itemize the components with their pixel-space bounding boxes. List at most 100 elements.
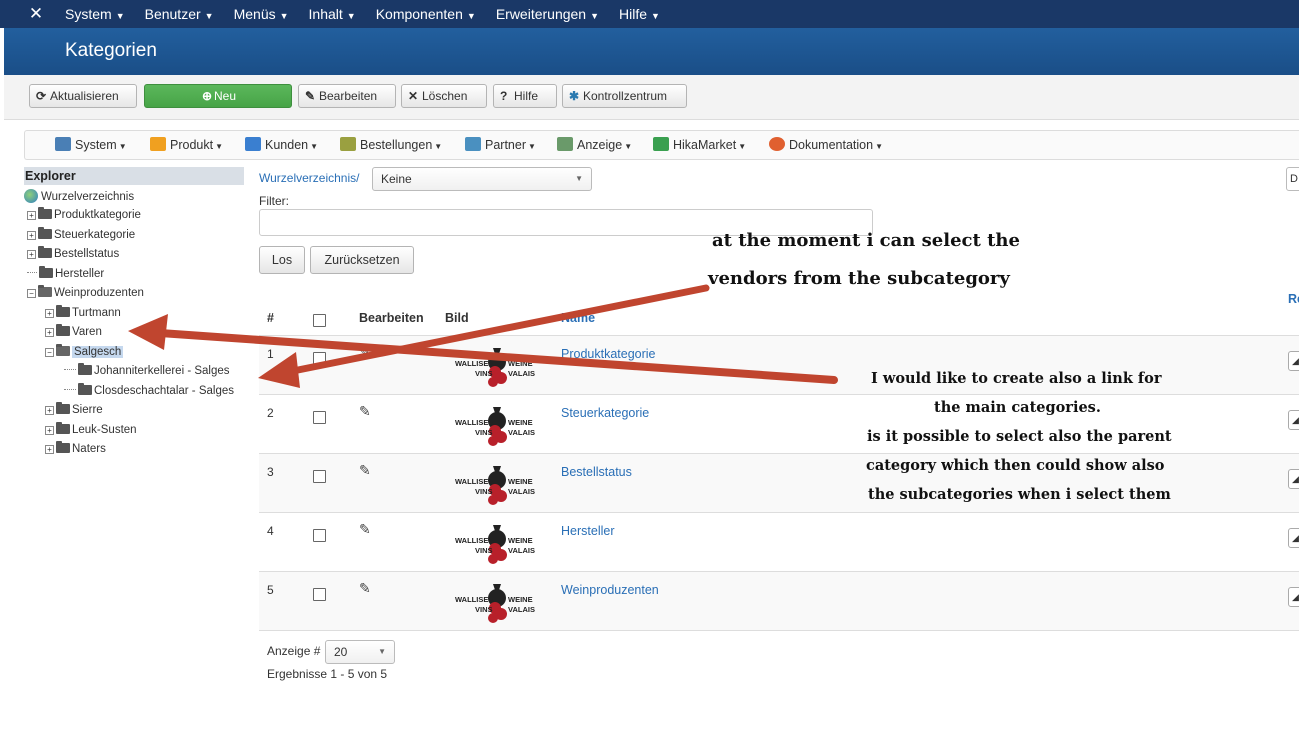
tree-node[interactable]: + Naters [45, 441, 106, 457]
row-checkbox[interactable] [313, 470, 326, 483]
hika-menu-dokumentation[interactable]: Dokumentation ▼ [769, 137, 883, 152]
tree-root[interactable]: Wurzelverzeichnis [24, 189, 134, 205]
category-name-link[interactable]: Weinproduzenten [561, 583, 659, 597]
collapse-icon[interactable]: − [45, 348, 54, 357]
right-edge-button[interactable]: D [1286, 167, 1299, 191]
hikashop-menu: System ▼ Produkt ▼ Kunden ▼ Bestellungen ▼ P… [24, 130, 1299, 160]
folder-icon [56, 402, 70, 414]
refresh-label: Aktualisieren [50, 89, 119, 103]
category-name-link[interactable]: Steuerkategorie [561, 406, 649, 420]
caret-down-icon: ▼ [204, 11, 214, 21]
hika-menu-bestellungen[interactable]: Bestellungen ▼ [340, 137, 442, 152]
row-number: 2 [267, 406, 274, 420]
pencil-icon[interactable]: ✎ [359, 403, 371, 420]
row-checkbox[interactable] [313, 588, 326, 601]
walliser-weine-logo: WALLISERVINS WEINEVALAIS [455, 407, 535, 446]
row-action-button[interactable]: ◢ [1288, 469, 1299, 489]
customers-icon [245, 137, 261, 151]
reset-button[interactable]: Zurücksetzen [310, 246, 414, 274]
menu-hilfe[interactable]: Hilfe ▼ [619, 0, 660, 28]
category-name-link[interactable]: Bestellstatus [561, 465, 632, 479]
go-button[interactable]: Los [259, 246, 305, 274]
expand-icon[interactable]: + [45, 426, 54, 435]
hika-menu-system[interactable]: System ▼ [55, 137, 127, 152]
tree-label: Sierre [72, 404, 103, 416]
expand-icon[interactable]: + [27, 231, 36, 240]
annotation-b-line3: is it possible to select also the parent [867, 428, 1172, 445]
expand-icon[interactable]: + [27, 211, 36, 220]
tree-node[interactable]: + Leuk-Susten [45, 422, 137, 438]
caret-down-icon: ▼ [466, 11, 476, 21]
joomla-logo-icon[interactable]: ✕ [26, 4, 46, 24]
tree-node[interactable]: Johanniterkellerei - Salges [64, 363, 244, 379]
refresh-button[interactable]: ⟳ Aktualisieren [29, 84, 137, 108]
expand-icon[interactable]: + [45, 328, 54, 337]
pencil-icon[interactable]: ✎ [359, 521, 371, 538]
parent-category-select[interactable]: Keine ▼ [372, 167, 592, 191]
tree-node[interactable]: + Varen [45, 324, 102, 340]
collapse-icon[interactable]: − [27, 289, 36, 298]
expand-icon[interactable]: + [27, 250, 36, 259]
tree-node[interactable]: + Sierre [45, 402, 103, 418]
row-action-button[interactable]: ◢ [1288, 410, 1299, 430]
annotation-b-line5: the subcategories when i select them [868, 486, 1171, 503]
menu-komponenten[interactable]: Komponenten ▼ [376, 0, 476, 28]
tree-node[interactable]: + Produktkategorie [27, 207, 141, 223]
pencil-icon[interactable]: ✎ [359, 462, 371, 479]
expand-icon[interactable]: + [45, 406, 54, 415]
tree-node[interactable]: − Weinproduzenten [27, 285, 144, 301]
pager-label: Anzeige # [267, 644, 321, 658]
menu-menues[interactable]: Menüs ▼ [234, 0, 289, 28]
tree-label: Johanniterkellerei - Salges [94, 365, 230, 377]
folder-icon [56, 422, 70, 434]
hika-menu-partner[interactable]: Partner ▼ [465, 137, 536, 152]
row-checkbox[interactable] [313, 529, 326, 542]
category-name-link[interactable]: Produktkategorie [561, 347, 656, 361]
caret-down-icon: ▼ [528, 142, 536, 151]
tree-node[interactable]: + Turtmann [45, 305, 121, 321]
logo-text: WALLISER [455, 595, 494, 604]
tree-node[interactable]: Hersteller [27, 266, 104, 282]
display-icon [557, 137, 573, 151]
tree-node[interactable]: Closdeschachtalar - Salges [64, 383, 244, 399]
logo-text: WEINE [508, 536, 533, 545]
select-all-checkbox[interactable] [313, 314, 326, 327]
table-header: # Bearbeiten Bild Name Re [259, 292, 1299, 336]
new-button[interactable]: ⊕ Neu [144, 84, 292, 108]
pencil-icon[interactable]: ✎ [359, 580, 371, 597]
row-checkbox[interactable] [313, 352, 326, 365]
expand-icon[interactable]: + [45, 445, 54, 454]
hika-menu-anzeige[interactable]: Anzeige ▼ [557, 137, 632, 152]
menu-system[interactable]: System ▼ [65, 0, 125, 28]
tree-node-selected[interactable]: − Salgesch [45, 344, 124, 360]
row-checkbox[interactable] [313, 411, 326, 424]
hika-menu-kunden[interactable]: Kunden ▼ [245, 137, 318, 152]
expand-icon[interactable]: + [45, 309, 54, 318]
page-size-select[interactable]: 20 ▼ [325, 640, 395, 664]
menu-erweiterungen-label: Erweiterungen [495, 6, 587, 22]
hika-menu-hikamarket[interactable]: HikaMarket ▼ [653, 137, 746, 152]
category-name-link[interactable]: Hersteller [561, 524, 615, 538]
col-right-sort[interactable]: Re [1288, 292, 1299, 306]
row-action-button[interactable]: ◢ [1288, 351, 1299, 371]
pencil-icon[interactable]: ✎ [359, 344, 371, 361]
delete-button[interactable]: ✕ Löschen [401, 84, 487, 108]
tree-label: Turtmann [72, 307, 121, 319]
folder-icon [78, 383, 92, 395]
col-image: Bild [445, 311, 469, 325]
row-action-button[interactable]: ◢ [1288, 528, 1299, 548]
control-center-button[interactable]: ✱ Kontrollzentrum [562, 84, 687, 108]
help-button[interactable]: ? Hilfe [493, 84, 557, 108]
menu-system-label: System [65, 6, 112, 22]
row-action-button[interactable]: ◢ [1288, 587, 1299, 607]
edit-button[interactable]: ✎ Bearbeiten [298, 84, 396, 108]
menu-erweiterungen[interactable]: Erweiterungen ▼ [496, 0, 599, 28]
hika-menu-produkt[interactable]: Produkt ▼ [150, 137, 223, 152]
col-name-sort[interactable]: Name [561, 311, 595, 325]
annotation-a-line2: vendors from the subcategory [708, 268, 1010, 289]
menu-benutzer[interactable]: Benutzer ▼ [145, 0, 214, 28]
breadcrumb[interactable]: Wurzelverzeichnis/ [259, 171, 359, 185]
menu-inhalt[interactable]: Inhalt ▼ [309, 0, 356, 28]
tree-node[interactable]: + Steuerkategorie [27, 227, 135, 243]
tree-node[interactable]: + Bestellstatus [27, 246, 119, 262]
